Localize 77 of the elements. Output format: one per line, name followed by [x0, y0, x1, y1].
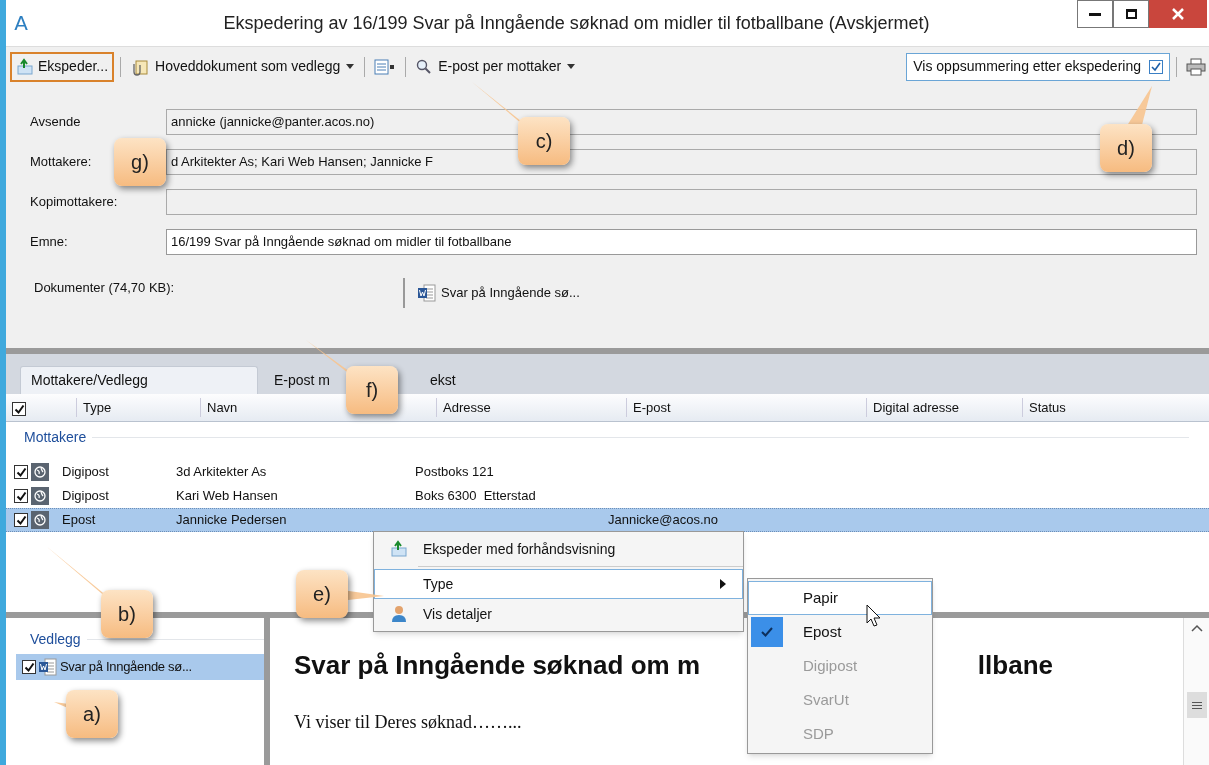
document-icon — [417, 284, 437, 302]
menu-item[interactable]: Type — [374, 569, 743, 599]
toolbar-dropdown[interactable]: E-post per mottaker — [412, 52, 580, 81]
tab[interactable]: Mottakere/Vedlegg — [20, 366, 258, 394]
callout-label: a) — [66, 690, 118, 738]
recipient-row[interactable]: Epost Jannicke Pedersen Jannicke@acos.no — [6, 508, 1209, 532]
dropdown-arrow-icon — [567, 64, 576, 69]
group-header: Mottakere — [24, 427, 87, 447]
check-icon — [1151, 61, 1161, 72]
scrollbar[interactable] — [1183, 618, 1209, 765]
table-cell-text: Jannicke Pedersen — [176, 511, 288, 530]
table-cell-text: Kari Web Hansen — [176, 487, 279, 506]
menu-item[interactable]: Epost — [748, 615, 932, 649]
callout-label: f) — [346, 366, 398, 414]
column-header[interactable]: E-post — [626, 397, 866, 418]
callout-label: b) — [101, 590, 153, 638]
section-title: Vedlegg — [30, 629, 81, 649]
checkbox[interactable] — [14, 465, 28, 479]
globe-icon — [31, 487, 49, 505]
table-cell-text: Epost — [61, 511, 97, 530]
dropdown-arrow-icon — [346, 64, 355, 69]
person-icon — [391, 605, 407, 623]
recipient-row[interactable]: Digipost Kari Web Hansen Boks 6300 Etterstad — [6, 484, 1209, 508]
documents-label: Dokumenter (74,70 KB): — [33, 279, 176, 297]
maximize-button[interactable] — [1113, 0, 1149, 28]
checkbox[interactable] — [12, 402, 26, 417]
app-icon: A — [6, 8, 36, 38]
column-header[interactable]: Digital adresse — [866, 397, 1022, 418]
field-label: Avsende — [30, 114, 81, 130]
table-cell-text: Digipost — [61, 463, 110, 482]
close-icon — [1172, 8, 1184, 20]
table-cell-text: Digipost — [61, 487, 110, 506]
callout-label: g) — [114, 138, 166, 186]
input-field[interactable]: 16/199 Svar på Inngående søknad om midler til fotballbane — [166, 229, 1197, 255]
callout-label: e) — [296, 570, 348, 618]
document-link[interactable]: Svar på Inngående sø... — [417, 283, 580, 303]
menu-item[interactable]: Vis detaljer — [374, 599, 743, 629]
menu-item[interactable]: Papir — [748, 581, 932, 615]
send-icon — [16, 57, 34, 76]
callout-label: d) — [1100, 124, 1152, 172]
column-header[interactable]: Type — [76, 397, 200, 418]
attachment-icon — [131, 57, 150, 76]
table-cell-text: Boks 6300 Etterstad — [415, 487, 537, 506]
window-title: Ekspedering av 16/199 Svar på Inngående søknad om midler til fotballbane (Avskjermet) — [222, 11, 931, 35]
preview-body: Vi viser til Deres søknad……... — [294, 711, 522, 734]
column-header[interactable]: Status — [1022, 397, 1122, 418]
send-icon — [390, 540, 408, 558]
globe-icon — [31, 463, 49, 481]
table-cell-text: 3d Arkitekter As — [176, 463, 268, 482]
check-icon — [761, 627, 773, 637]
send-button[interactable]: Ekspeder... — [10, 51, 115, 82]
field-label: Emne: — [30, 234, 68, 250]
table-cell-text: Postboks 121 — [415, 463, 495, 482]
input-field[interactable] — [166, 189, 1197, 215]
scroll-thumb[interactable] — [1186, 692, 1207, 718]
menu-item[interactable]: Ekspeder med forhåndsvisning — [374, 534, 743, 564]
callout-label: c) — [518, 117, 570, 165]
magnifier-icon — [416, 58, 433, 75]
checkbox[interactable] — [14, 489, 28, 503]
mouse-pointer-icon — [866, 604, 882, 628]
field-label: Kopimottakere: — [30, 194, 118, 210]
recipient-row[interactable]: Digipost 3d Arkitekter As Postboks 121 — [6, 460, 1209, 484]
toolbar-dropdown[interactable]: Hoveddokument som vedlegg — [127, 52, 359, 81]
preview-heading: Svar på Inngående søknad om m — [294, 649, 700, 682]
preview-heading: llbane — [977, 649, 1053, 682]
checkbox[interactable] — [22, 660, 36, 674]
attachment-item[interactable]: Svar på Inngående sø... — [16, 654, 264, 680]
summary-checkbox-option[interactable]: Vis oppsummering etter ekspedering — [906, 52, 1170, 81]
scroll-up-icon[interactable] — [1190, 624, 1203, 632]
table-cell-text: Jannicke@acos.no — [608, 511, 720, 530]
globe-icon — [31, 511, 49, 529]
minimize-button[interactable] — [1077, 0, 1113, 28]
document-icon — [38, 658, 58, 676]
close-button[interactable] — [1149, 0, 1207, 28]
column-header[interactable]: Adresse — [436, 397, 626, 418]
field-label: Mottakere: — [30, 154, 92, 170]
checkbox[interactable] — [14, 513, 28, 527]
